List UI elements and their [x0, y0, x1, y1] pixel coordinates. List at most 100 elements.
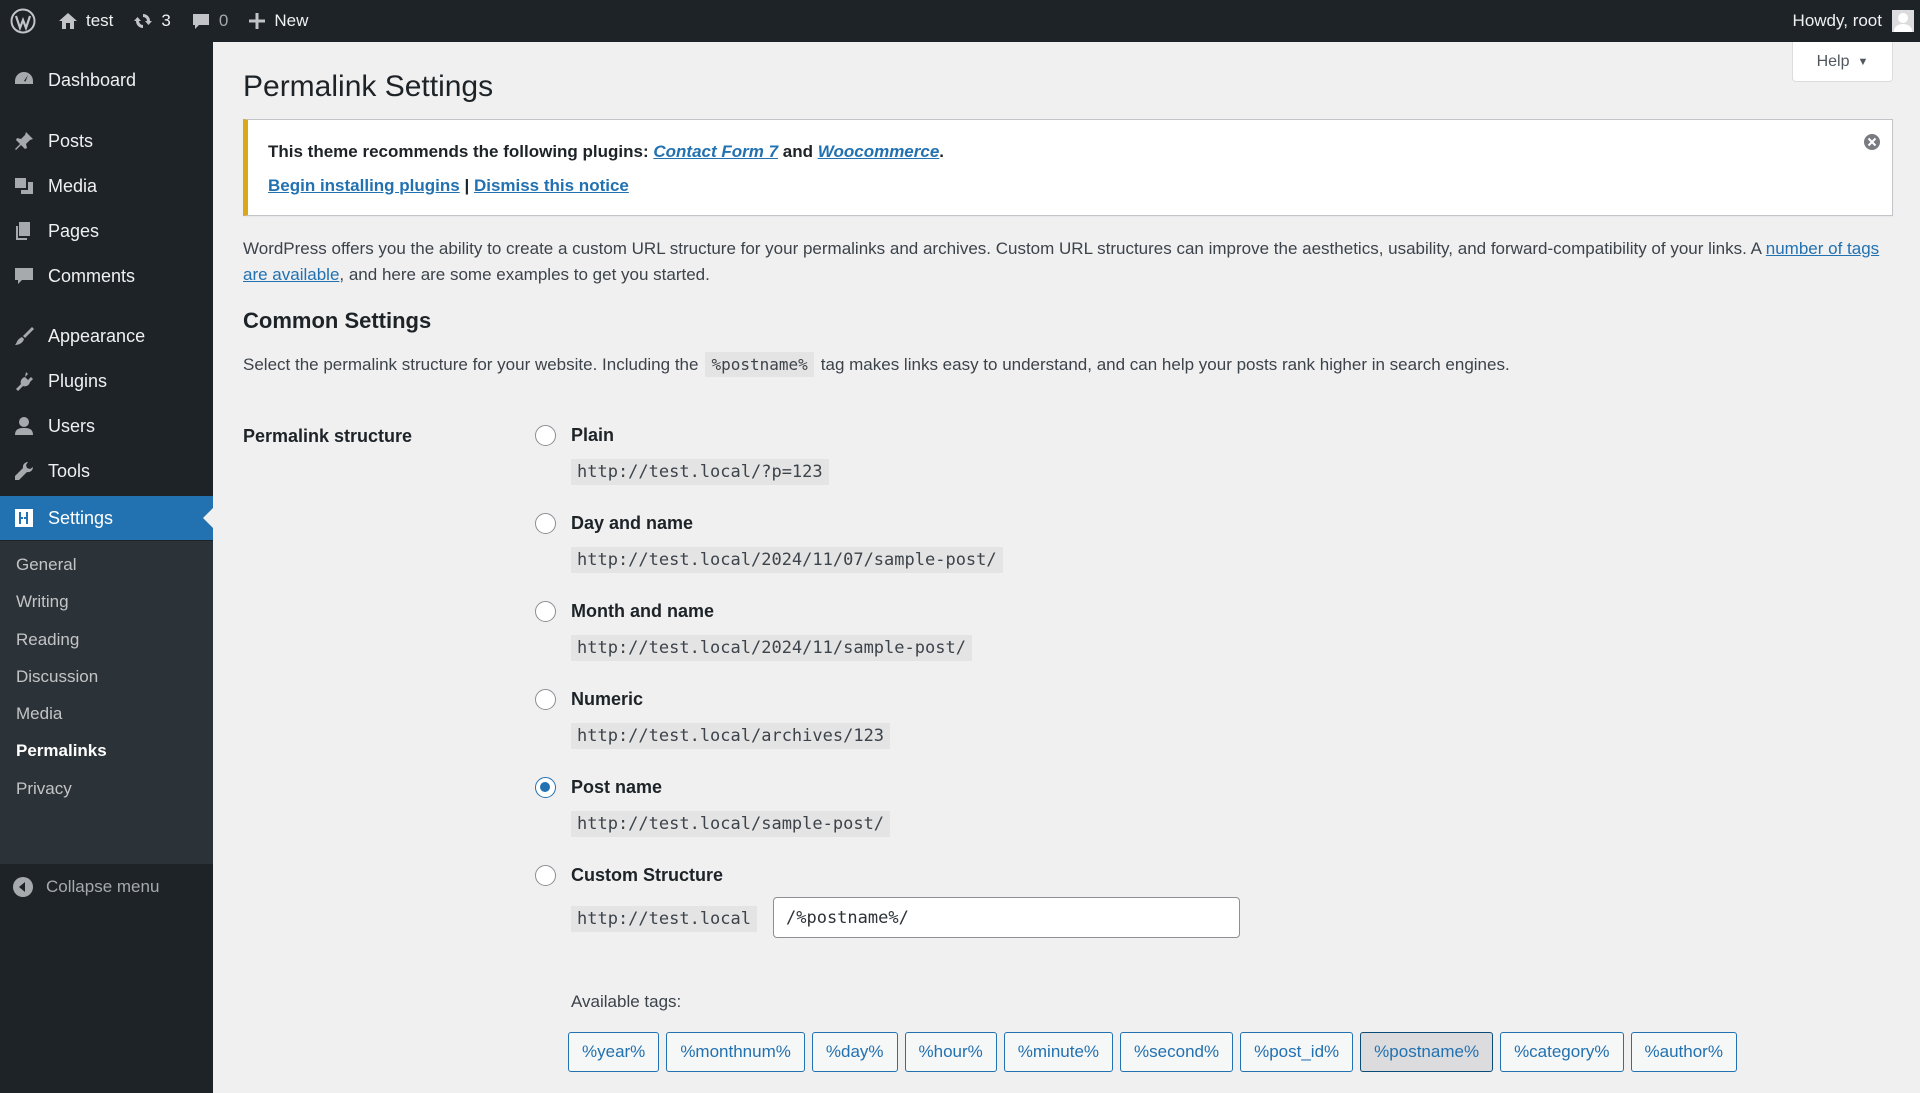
plus-icon: [249, 13, 266, 29]
home-icon: [59, 13, 77, 29]
updates-count: 3: [161, 11, 171, 30]
avatar: [1892, 10, 1914, 32]
pages-icon: [16, 222, 30, 240]
option-label[interactable]: Plain: [571, 425, 614, 446]
available-tags-label: Available tags:: [571, 992, 682, 1011]
menu-posts[interactable]: Posts: [0, 119, 213, 163]
contact-form-7-link[interactable]: Contact Form 7: [653, 142, 778, 161]
wrench-icon: [15, 461, 34, 480]
tag-minute-button[interactable]: %minute%: [1003, 1032, 1114, 1072]
menu-label: Users: [48, 415, 96, 436]
intro-text-2: , and here are some examples to get you …: [339, 265, 710, 284]
tag-author-button[interactable]: %author%: [1630, 1032, 1737, 1072]
submenu-media[interactable]: Media: [16, 704, 62, 724]
collapse-label: Collapse menu: [46, 877, 160, 896]
radio-post-name[interactable]: [535, 777, 556, 798]
option-example: http://test.local/archives/123: [571, 723, 891, 749]
submenu-privacy[interactable]: Privacy: [16, 779, 72, 799]
option-label[interactable]: Custom Structure: [571, 865, 723, 886]
tag-year-button[interactable]: %year%: [568, 1032, 660, 1072]
radio-day-and-name[interactable]: [535, 513, 556, 534]
notice-period: .: [939, 142, 945, 161]
media-icon: [15, 178, 33, 194]
settings-submenu: General Writing Reading Discussion Media…: [0, 541, 213, 864]
notice-text: This theme recommends the following plug…: [268, 142, 944, 162]
menu-label: Media: [48, 175, 98, 196]
help-label: Help: [1816, 52, 1850, 70]
help-button[interactable]: Help ▼: [1792, 42, 1893, 82]
option-example: http://test.local/?p=123: [571, 459, 829, 485]
wordpress-logo-icon[interactable]: [0, 0, 48, 42]
close-icon[interactable]: [1862, 132, 1882, 152]
menu-label: Dashboard: [48, 69, 137, 90]
woocommerce-link[interactable]: Woocommerce: [818, 142, 940, 161]
begin-installing-link[interactable]: Begin installing plugins: [268, 176, 460, 195]
select-desc-before: Select the permalink structure for your …: [243, 354, 699, 374]
available-tags: %year% %monthnum% %day% %hour% %minute% …: [568, 1032, 1744, 1072]
updates-link[interactable]: 3: [123, 0, 180, 42]
howdy-label: Howdy, root: [1792, 11, 1882, 30]
submenu-writing[interactable]: Writing: [16, 592, 69, 612]
menu-media[interactable]: Media: [0, 164, 213, 208]
option-label[interactable]: Month and name: [571, 601, 714, 622]
tag-day-button[interactable]: %day%: [811, 1032, 898, 1072]
notice-separator: |: [459, 176, 474, 195]
common-settings-heading: Common Settings: [243, 308, 432, 333]
custom-structure-input[interactable]: /%postname%/: [773, 897, 1240, 938]
menu-users[interactable]: Users: [0, 404, 213, 448]
brush-icon: [15, 327, 34, 345]
menu-tools[interactable]: Tools: [0, 449, 213, 493]
tag-post-id-button[interactable]: %post_id%: [1240, 1032, 1354, 1072]
dismiss-notice-link[interactable]: Dismiss this notice: [474, 176, 629, 195]
option-example: http://test.local/sample-post/: [571, 811, 891, 837]
option-label[interactable]: Numeric: [571, 689, 643, 710]
radio-numeric[interactable]: [535, 689, 556, 710]
tag-second-button[interactable]: %second%: [1120, 1032, 1234, 1072]
site-name-link[interactable]: test: [48, 0, 123, 42]
option-example: http://test.local/2024/11/sample-post/: [571, 635, 972, 661]
menu-comments[interactable]: Comments: [0, 254, 213, 298]
radio-month-and-name[interactable]: [535, 601, 556, 622]
settings-icon: [15, 509, 33, 527]
comments-link[interactable]: 0: [181, 0, 238, 42]
menu-pages[interactable]: Pages: [0, 209, 213, 253]
my-account-link[interactable]: Howdy, root: [1783, 0, 1920, 42]
menu-settings[interactable]: Settings: [0, 496, 213, 540]
main-content: Help ▼ Permalink Settings This theme rec…: [213, 42, 1920, 1093]
plugin-notice: This theme recommends the following plug…: [243, 119, 1893, 216]
submenu-discussion[interactable]: Discussion: [16, 667, 98, 687]
intro-text-1: WordPress offers you the ability to crea…: [243, 239, 1766, 258]
tag-category-button[interactable]: %category%: [1500, 1032, 1624, 1072]
plug-icon: [16, 372, 33, 391]
menu-label: Pages: [48, 220, 100, 241]
comment-icon: [192, 14, 209, 29]
option-label[interactable]: Day and name: [571, 513, 693, 534]
new-content-link[interactable]: New: [238, 0, 318, 42]
user-icon: [15, 417, 33, 435]
tag-hour-button[interactable]: %hour%: [904, 1032, 997, 1072]
radio-plain[interactable]: [535, 425, 556, 446]
tag-postname-button[interactable]: %postname%: [1360, 1032, 1494, 1072]
page-title: Permalink Settings: [243, 70, 494, 103]
collapse-menu-button[interactable]: Collapse menu: [0, 864, 213, 910]
caret-down-icon: ▼: [1857, 55, 1869, 68]
menu-dashboard[interactable]: Dashboard: [0, 58, 213, 102]
menu-label: Comments: [48, 265, 136, 286]
select-desc-after: tag makes links easy to understand, and …: [820, 354, 1510, 374]
menu-label: Posts: [48, 130, 94, 151]
dashboard-icon: [15, 72, 33, 84]
submenu-permalinks[interactable]: Permalinks: [16, 741, 107, 761]
menu-label: Tools: [48, 460, 91, 481]
pin-icon: [15, 132, 33, 150]
tag-monthnum-button[interactable]: %monthnum%: [666, 1032, 805, 1072]
submenu-reading[interactable]: Reading: [16, 630, 79, 650]
permalink-structure-label: Permalink structure: [243, 426, 413, 446]
admin-sidebar: Dashboard Posts Media Pages Comments App…: [0, 42, 213, 1093]
menu-plugins[interactable]: Plugins: [0, 359, 213, 403]
option-label[interactable]: Post name: [571, 777, 662, 798]
menu-label: Appearance: [48, 325, 146, 346]
notice-actions: Begin installing plugins | Dismiss this …: [268, 176, 629, 196]
submenu-general[interactable]: General: [16, 555, 76, 575]
radio-custom-structure[interactable]: [535, 865, 556, 886]
menu-appearance[interactable]: Appearance: [0, 314, 213, 358]
